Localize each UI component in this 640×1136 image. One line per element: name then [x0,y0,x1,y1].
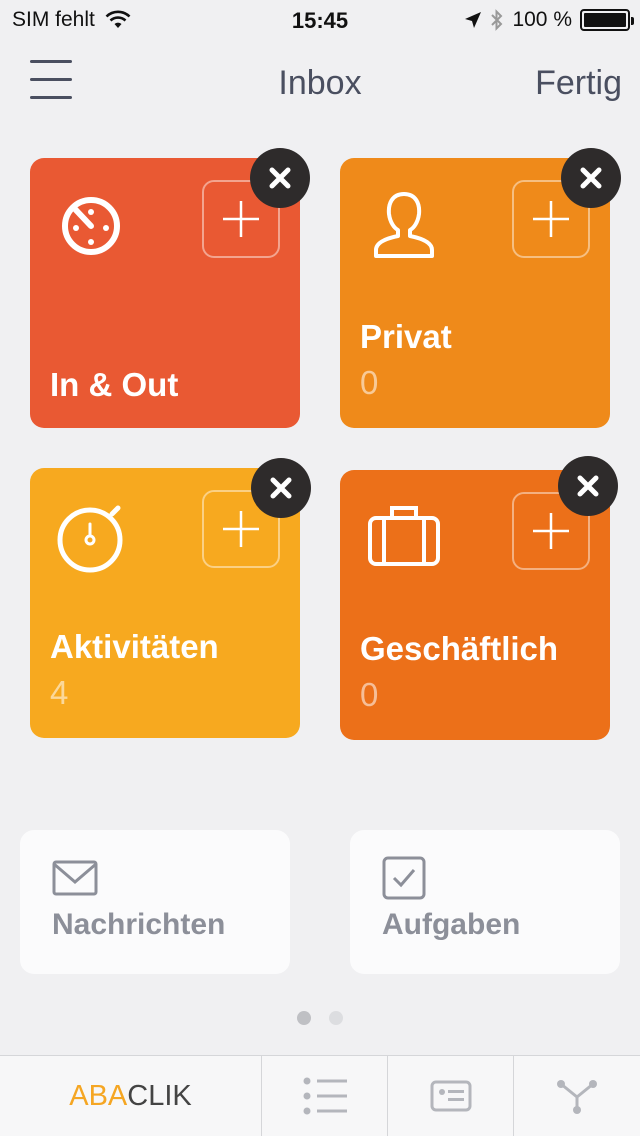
plus-icon [533,513,569,549]
plus-icon [223,511,259,547]
tab-list[interactable] [262,1056,388,1136]
battery-icon [580,9,634,31]
stopwatch-icon [57,505,123,573]
tile-label: Aktivitäten [50,628,219,665]
page-indicator[interactable] [0,1011,640,1025]
status-bar: SIM fehlt 15:45 100 % [0,0,640,40]
tab-network[interactable] [514,1056,640,1136]
brand-logo-part-a: ABA [69,1079,128,1112]
card-label: Aufgaben [382,908,521,941]
tile-count: 0 [360,364,379,401]
contact-card-icon [430,1080,471,1112]
tile-label: Privat [360,318,452,355]
card-aufgaben[interactable]: Aufgaben [350,830,620,974]
card-nachrichten[interactable]: Nachrichten [20,830,290,974]
close-icon [269,167,291,189]
remove-aktivitaeten-button[interactable] [251,458,311,518]
tab-bar: ABA CLIK [0,1055,640,1136]
tab-contacts[interactable] [388,1056,514,1136]
close-icon [580,167,602,189]
person-icon [374,192,434,258]
tile-geschaeftlich[interactable]: Geschäftlich 0 [340,470,610,740]
done-button[interactable]: Fertig [535,64,622,103]
battery-percent: 100 % [512,8,572,31]
brand-logo-part-b: CLIK [127,1079,192,1112]
page-dot-1[interactable] [297,1011,311,1025]
remove-in-out-button[interactable] [250,148,310,208]
remove-geschaeftlich-button[interactable] [558,456,618,516]
tile-count: 0 [360,676,379,713]
plus-icon [223,201,259,237]
network-icon [557,1080,597,1114]
tab-home[interactable]: ABA CLIK [0,1056,262,1136]
checkbox-icon [382,856,426,900]
plus-icon [533,201,569,237]
card-label: Nachrichten [52,908,226,941]
remove-privat-button[interactable] [561,148,621,208]
envelope-icon [52,860,98,896]
tile-label: Geschäftlich [360,630,559,667]
location-arrow-icon [465,12,482,28]
briefcase-icon [368,506,440,566]
close-icon [577,475,599,497]
time-tracker-icon [62,197,120,255]
tile-label: In & Out [50,366,179,403]
close-icon [270,477,292,499]
nav-bar: Inbox Fertig [0,50,640,120]
tile-count: 4 [50,674,69,711]
page-dot-2[interactable] [329,1011,343,1025]
list-icon [303,1077,347,1115]
bluetooth-icon [491,9,503,31]
